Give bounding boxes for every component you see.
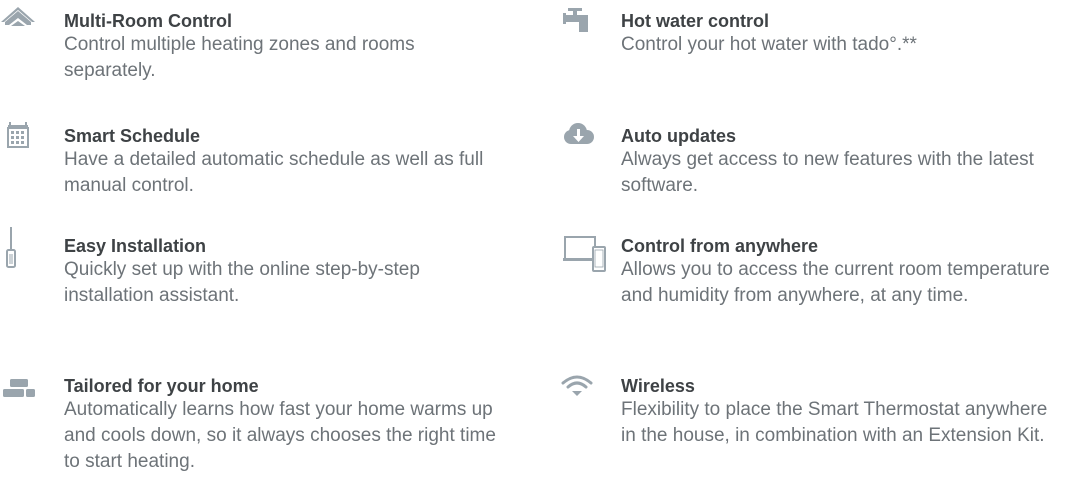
feature-description: Allows you to access the current room te… [621, 259, 1050, 306]
feature-title: Hot water control [621, 11, 770, 31]
feature-description: Quickly set up with the online step-by-s… [64, 259, 420, 306]
feature-description: Automatically learns how fast your home … [64, 399, 496, 472]
features-page: { "accent_color": "#9aa5ad", "features":… [0, 0, 1067, 482]
feature-description: Control multiple heating zones and rooms… [64, 34, 415, 81]
brick-blocks-icon [0, 365, 36, 401]
wifi-icon [557, 365, 593, 401]
calendar-icon [0, 115, 36, 151]
feature-title: Multi-Room Control [64, 11, 232, 31]
water-tap-icon [557, 0, 593, 36]
house-roofs-icon [0, 0, 36, 36]
screwdriver-icon [0, 225, 36, 268]
feature-description: Always get access to new features with t… [621, 149, 1034, 196]
feature-title: Control from anywhere [621, 236, 819, 256]
feature-title: Tailored for your home [64, 376, 259, 396]
feature-title: Easy Installation [64, 236, 207, 256]
feature-description: Have a detailed automatic schedule as we… [64, 149, 484, 196]
laptop-phone-icon [557, 225, 606, 272]
feature-title: Auto updates [621, 126, 736, 146]
feature-description: Flexibility to place the Smart Thermosta… [621, 399, 1048, 446]
feature-title: Smart Schedule [64, 126, 201, 146]
feature-title: Wireless [621, 376, 695, 396]
feature-description: Control your hot water with tado°.** [621, 34, 917, 55]
cloud-download-icon [557, 115, 594, 151]
